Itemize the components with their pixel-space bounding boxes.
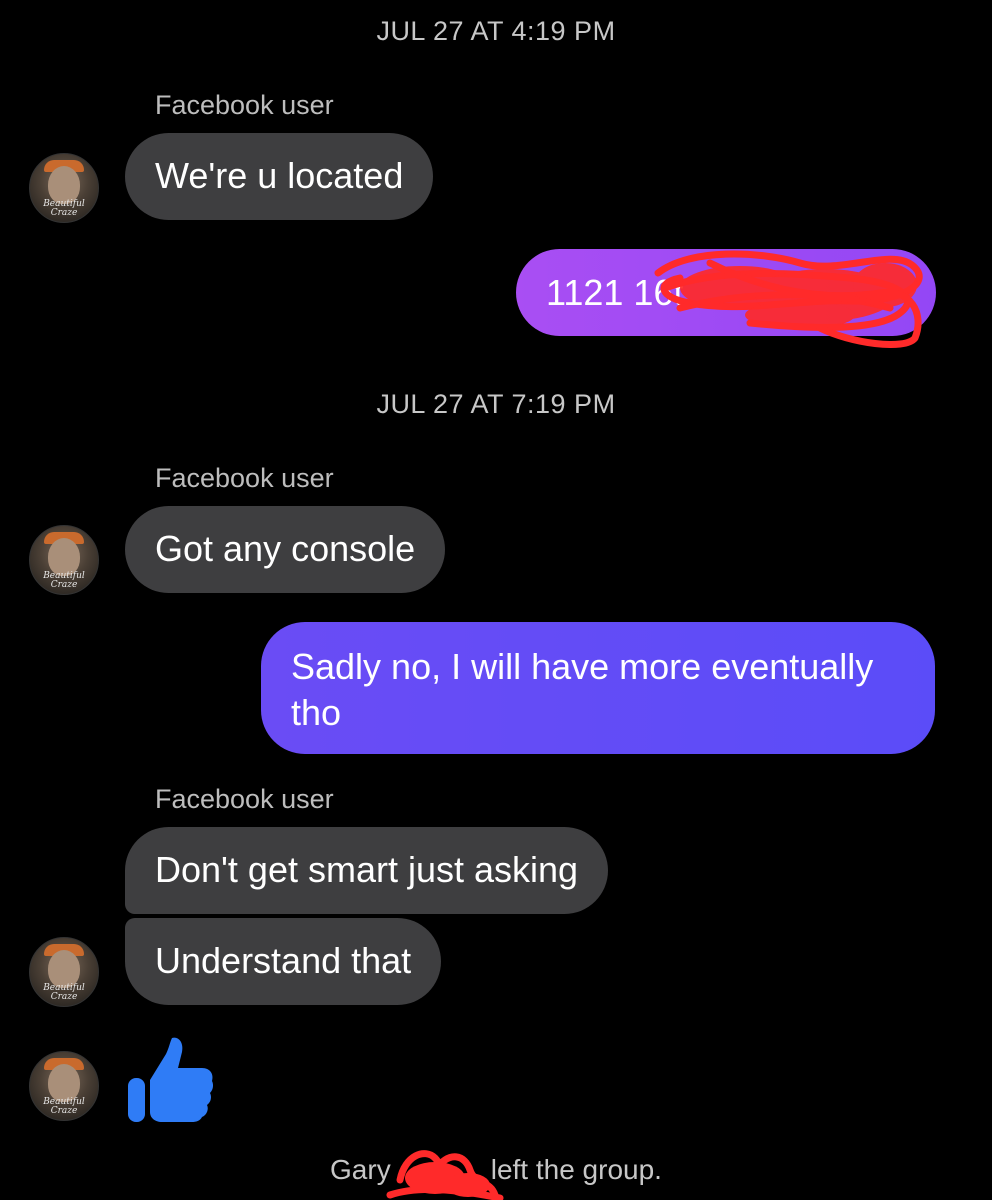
- avatar[interactable]: Beautiful Craze: [29, 1051, 99, 1121]
- avatar-caption: Beautiful Craze: [43, 1097, 85, 1116]
- system-text: left the group.: [490, 1154, 662, 1185]
- incoming-message[interactable]: We're u located: [125, 133, 434, 220]
- avatar-caption: Beautiful Craze: [43, 983, 85, 1002]
- redaction-scribble: [654, 250, 923, 349]
- incoming-message[interactable]: Understand that: [125, 918, 442, 1005]
- incoming-message[interactable]: Got any console: [125, 506, 446, 593]
- avatar-caption: Beautiful Craze: [43, 199, 85, 218]
- thumbs-up-icon[interactable]: [126, 1034, 216, 1124]
- sender-name: Facebook user: [155, 90, 334, 120]
- timestamp-divider: JUL 27 AT 7:19 PM: [376, 389, 616, 419]
- avatar[interactable]: Beautiful Craze: [29, 525, 99, 595]
- outgoing-message[interactable]: Sadly no, I will have more eventually th…: [261, 622, 935, 754]
- incoming-message[interactable]: Don't get smart just asking: [125, 827, 609, 914]
- avatar[interactable]: Beautiful Craze: [29, 153, 99, 223]
- avatar-caption: Beautiful Craze: [43, 571, 85, 590]
- sender-name: Facebook user: [155, 784, 334, 814]
- sender-name: Facebook user: [155, 463, 334, 493]
- avatar[interactable]: Beautiful Craze: [29, 937, 99, 1007]
- redaction-scribble: [386, 1150, 504, 1200]
- timestamp-divider: JUL 27 AT 4:19 PM: [376, 16, 616, 46]
